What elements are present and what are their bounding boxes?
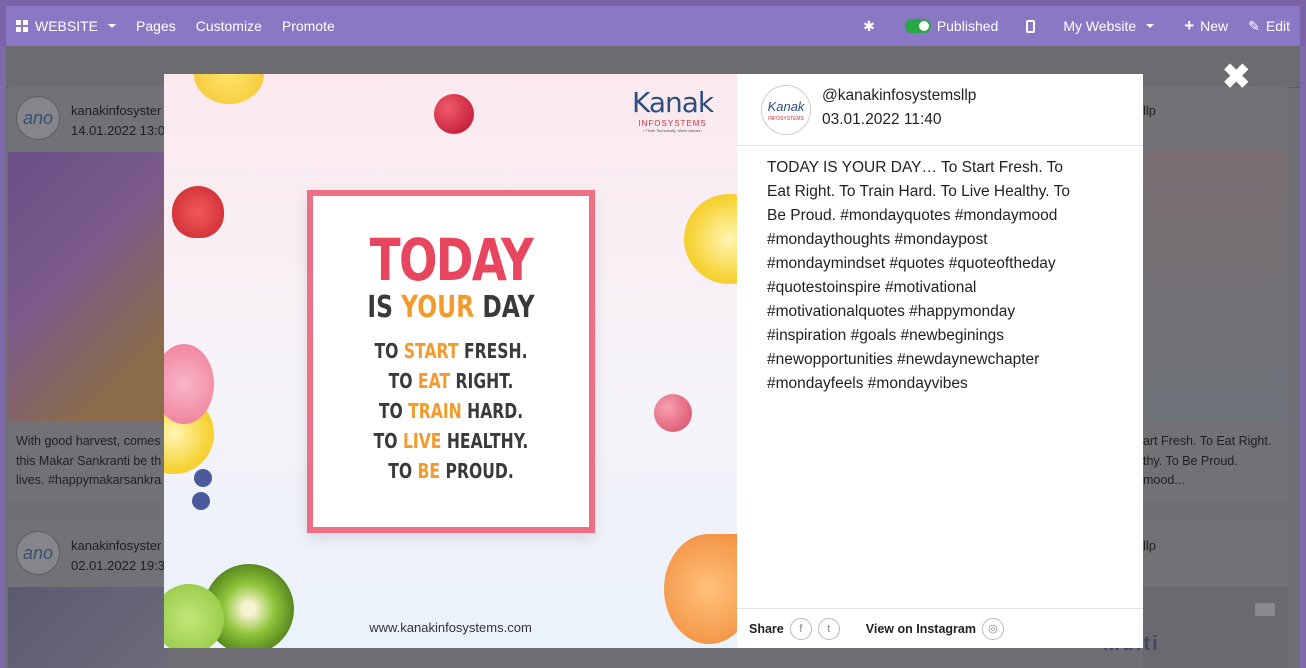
post-header: Kanak INFOSYSTEMS @kanakinfosystemsllp 0… (737, 74, 1143, 146)
view-on-instagram-label: View on Instagram (865, 621, 976, 636)
post-date: 02.01.2022 19:3 (71, 558, 165, 573)
edit-label: Edit (1265, 18, 1290, 34)
strawberry-shape (172, 186, 224, 238)
brand-logo: Kanak INFOSYSTEMS • Think Technically, M… (632, 86, 714, 133)
instagram-post-card[interactable]: ano kanakinfosyster 02.01.2022 19:3 (8, 521, 168, 668)
poster-subtitle: IS YOUR DAY (367, 290, 535, 325)
post-caption: TODAY IS YOUR DAY… To Start Fresh. To Ea… (767, 159, 1070, 392)
caret-down-icon (108, 24, 117, 28)
quote-poster: TODAY IS YOUR DAY TO START FRESH. TO EAT… (307, 190, 595, 533)
share-label: Share (749, 621, 784, 636)
new-label: New (1200, 18, 1229, 34)
poster-url: www.kanakinfosystems.com (369, 620, 532, 635)
lemon-slice-shape (684, 194, 737, 284)
poster-line: TO LIVE HEALTHY. (373, 429, 529, 453)
share-group: Share f t (749, 617, 840, 640)
post-image: Kanak INFOSYSTEMS • Think Technically, M… (164, 74, 737, 648)
nav-pages[interactable]: Pages (126, 6, 186, 46)
website-navbar: WEBSITE Pages Customize Promote ✱ Publis… (0, 0, 1306, 46)
post-image (1143, 587, 1288, 668)
post-caption: art Fresh. To Eat Right. thy. To Be Prou… (1143, 434, 1272, 487)
cherry-shape (434, 94, 474, 134)
post-details-panel: Kanak INFOSYSTEMS @kanakinfosystemsllp 0… (737, 74, 1143, 648)
blueberry-shape (194, 469, 212, 487)
post-image (8, 152, 168, 421)
lemon-shape (194, 74, 264, 104)
post-image (1143, 152, 1288, 421)
nav-customize[interactable]: Customize (186, 6, 272, 46)
mobile-icon (1026, 19, 1036, 33)
toggle-switch-icon (904, 19, 931, 33)
plus-icon: + (1184, 16, 1195, 35)
instagram-icon: ◎ (981, 617, 1004, 640)
website-menu[interactable]: WEBSITE (6, 6, 126, 46)
post-footer: Share f t View on Instagram ◎ (737, 608, 1143, 648)
post-handle: kanakinfosyster (71, 538, 162, 553)
post-date: 03.01.2022 11:40 (822, 111, 942, 128)
avatar: ano (16, 531, 60, 575)
avatar: Kanak INFOSYSTEMS (761, 85, 811, 135)
caret-down-icon (1146, 24, 1155, 28)
view-on-instagram-link[interactable]: View on Instagram ◎ (865, 617, 1004, 640)
post-caption: With good harvest, comes this Makar Sank… (16, 434, 162, 487)
mobile-preview-button[interactable] (1008, 6, 1053, 46)
my-website-label: My Website (1063, 18, 1137, 34)
twitter-icon[interactable]: t (817, 617, 840, 640)
avatar-text: Kanak (767, 99, 805, 114)
close-icon[interactable]: ✖ (1222, 60, 1251, 94)
cherry-shape (654, 394, 692, 432)
poster-line: TO START FRESH. (374, 339, 528, 363)
brand-sub: INFOSYSTEMS (638, 119, 707, 128)
edit-button[interactable]: ✎ Edit (1238, 6, 1300, 46)
bug-icon: ✱ (863, 17, 875, 34)
post-image (8, 587, 168, 668)
pencil-icon: ✎ (1248, 17, 1260, 34)
post-handle: llp (1143, 103, 1157, 118)
facebook-icon[interactable]: f (789, 617, 812, 640)
published-label: Published (936, 18, 999, 34)
new-button[interactable]: + New (1164, 6, 1238, 46)
my-website-dropdown[interactable]: My Website (1053, 6, 1164, 46)
post-date: 14.01.2022 13:0 (71, 123, 165, 138)
post-handle[interactable]: @kanakinfosystemsllp (822, 87, 976, 105)
instagram-post-card[interactable]: ano kanakinfosyster 14.01.2022 13:0 With… (8, 86, 168, 501)
published-toggle[interactable]: Published (895, 6, 1009, 46)
poster-title: TODAY (369, 226, 534, 294)
instagram-post-modal: Kanak INFOSYSTEMS • Think Technically, M… (164, 74, 1143, 648)
brand-tagline: • Think Technically, Move Ahead • (642, 128, 703, 133)
brand-name: Kanak (632, 86, 714, 119)
apps-grid-icon (16, 20, 29, 32)
debug-button[interactable]: ✱ (853, 6, 895, 46)
instagram-post-card[interactable]: llp Multi (1103, 521, 1288, 668)
avatar: ano (16, 96, 60, 140)
blueberry-shape (192, 492, 210, 510)
instagram-post-card[interactable]: llp art Fresh. To Eat Right. thy. To Be … (1143, 86, 1288, 501)
poster-line: TO TRAIN HARD. (378, 399, 524, 423)
website-menu-label: WEBSITE (35, 18, 99, 34)
avatar-subtext: INFOSYSTEMS (768, 116, 804, 122)
post-handle: kanakinfosyster (71, 103, 162, 118)
post-handle: llp (1143, 538, 1157, 553)
poster-line: TO EAT RIGHT. (388, 369, 514, 393)
video-icon (1255, 603, 1275, 616)
poster-line: TO BE PROUD. (388, 459, 514, 483)
nav-promote[interactable]: Promote (272, 6, 345, 46)
